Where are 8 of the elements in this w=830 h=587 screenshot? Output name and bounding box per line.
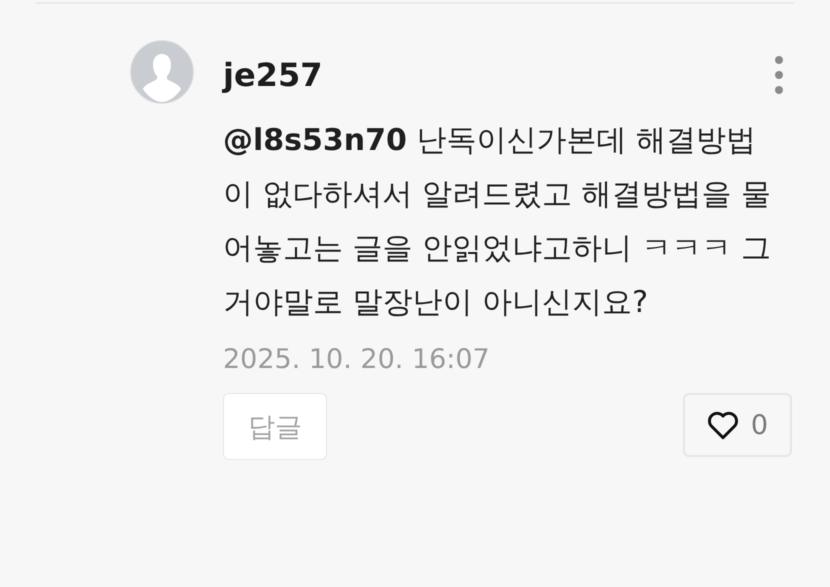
reply-button[interactable]: 답글 <box>223 393 327 460</box>
author-name[interactable]: je257 <box>223 56 322 94</box>
comment-text: @l8s53n70 난독이신가본데 해결방법이 없다하셔서 알려드렸고 해결방법을 물어놓고는 글을 안읽었냐고하니 ㅋㅋㅋ 그거야말로 말장난이 아니신지요? <box>223 122 772 322</box>
heart-icon <box>706 410 739 440</box>
more-options-icon[interactable] <box>774 55 784 95</box>
avatar-icon <box>130 40 194 104</box>
like-button[interactable]: 0 <box>682 393 792 457</box>
comment-date: 2025. 10. 20. 16:07 <box>223 344 491 375</box>
